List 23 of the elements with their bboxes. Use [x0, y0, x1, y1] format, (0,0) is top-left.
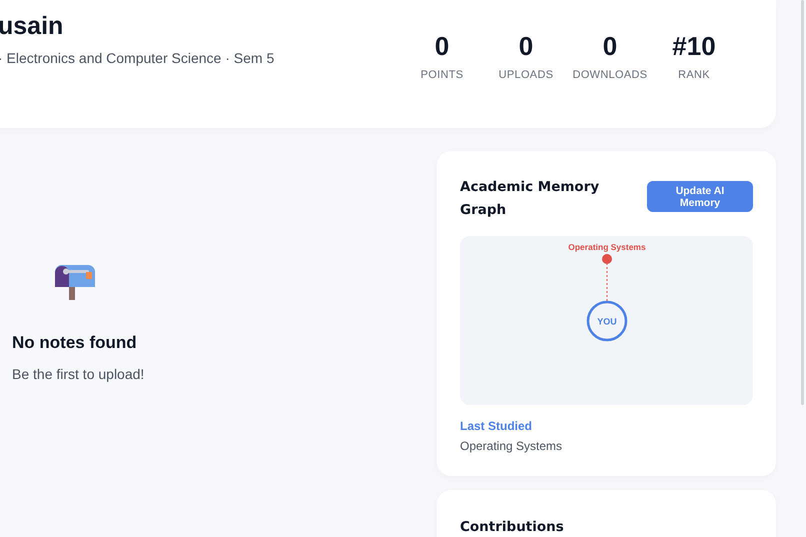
stat-label: UPLOADS	[498, 69, 554, 81]
stat-value: 0	[518, 31, 534, 62]
topic-node	[602, 254, 612, 264]
graph-edge	[606, 263, 608, 302]
scrollbar[interactable]	[801, 0, 804, 405]
card-title: Academic Memory Graph	[460, 178, 600, 220]
update-memory-button[interactable]: Update AI Memory	[647, 181, 753, 212]
node-label: Operating Systems	[568, 242, 646, 252]
last-studied-value: Operating Systems	[460, 439, 564, 453]
stat-value: #10	[671, 31, 717, 62]
empty-message: Be the first to upload!	[12, 366, 144, 382]
stat-label: POINTS	[420, 69, 464, 81]
mailbox-icon	[55, 264, 97, 300]
stat-value: 0	[434, 31, 450, 62]
you-label: YOU	[597, 316, 617, 326]
stat-label: RANK	[677, 69, 711, 81]
empty-title: No notes found	[12, 333, 137, 353]
stat-value: 0	[602, 31, 618, 62]
you-node	[586, 300, 628, 342]
card-title: Contributions	[460, 518, 565, 537]
stat-label: DOWNLOADS	[572, 69, 648, 81]
last-studied-label: Last Studied	[460, 419, 534, 433]
profile-details: · Electronics and Computer Science · Sem 5	[0, 50, 274, 66]
